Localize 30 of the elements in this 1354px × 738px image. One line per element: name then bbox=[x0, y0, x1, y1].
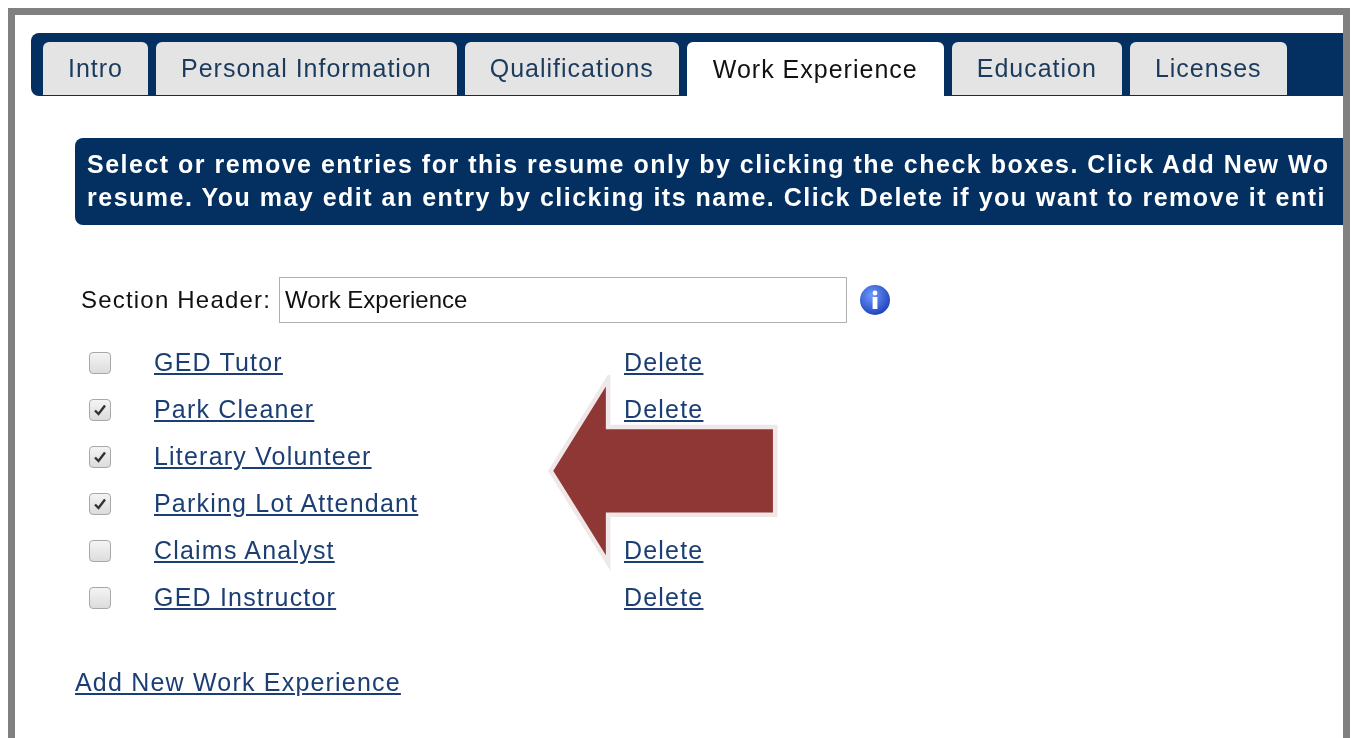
checkbox[interactable] bbox=[89, 492, 111, 515]
entry-link[interactable]: GED Tutor bbox=[154, 348, 283, 377]
entry-link[interactable]: Park Cleaner bbox=[154, 395, 315, 424]
delete-link[interactable]: Delete bbox=[624, 536, 704, 565]
delete-link[interactable]: Delete bbox=[624, 395, 704, 424]
entry-link[interactable]: Claims Analyst bbox=[154, 536, 335, 565]
field-label: Section Header: bbox=[81, 286, 272, 314]
info-icon[interactable] bbox=[859, 284, 892, 316]
checkbox[interactable] bbox=[89, 351, 111, 374]
entry-link[interactable]: GED Instructor bbox=[154, 583, 337, 612]
checkbox[interactable] bbox=[89, 586, 111, 609]
check-icon bbox=[93, 496, 107, 511]
tab[interactable]: Education bbox=[951, 42, 1122, 96]
tab[interactable]: Work Experience bbox=[686, 42, 944, 96]
check-icon bbox=[93, 402, 107, 417]
tab[interactable]: Personal Information bbox=[156, 42, 457, 96]
checkbox[interactable] bbox=[89, 539, 111, 562]
delete-link[interactable]: Delete bbox=[624, 583, 704, 612]
instructions-text: Select or remove entries for this resume only by clicking the check boxes. Click Add New Wo resume. You may edit an entry by clicking its name. Click Delete if you want to remove it enti bbox=[75, 138, 1343, 225]
entry-link[interactable]: Parking Lot Attendant bbox=[154, 489, 419, 518]
entry-link[interactable]: Literary Volunteer bbox=[154, 442, 372, 471]
tab[interactable]: Intro bbox=[43, 42, 149, 96]
tab[interactable]: Qualifications bbox=[464, 42, 679, 96]
delete-link[interactable]: Delete bbox=[624, 348, 704, 377]
check-icon bbox=[93, 449, 107, 464]
tab[interactable]: Licenses bbox=[1129, 42, 1287, 96]
section-header-field[interactable]: Work Experience bbox=[279, 277, 848, 323]
checkbox[interactable] bbox=[89, 398, 111, 421]
checkbox[interactable] bbox=[89, 445, 111, 468]
add-entry-link[interactable]: Add New Work Experience bbox=[75, 668, 401, 696]
